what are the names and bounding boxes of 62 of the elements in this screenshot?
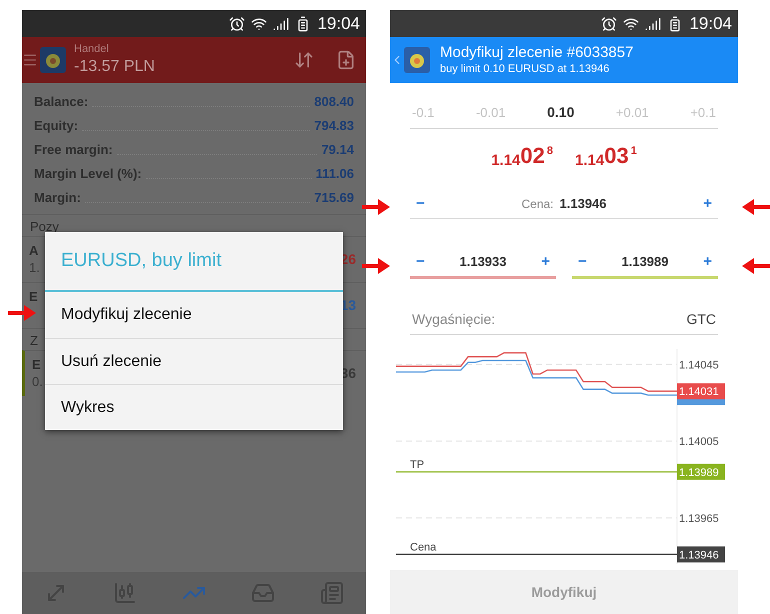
order-symbol: E: [29, 289, 38, 306]
account-value: 79.14: [321, 141, 354, 160]
level-label: TP: [410, 458, 424, 470]
wifi-icon: [623, 16, 640, 32]
signal-icon: [273, 16, 290, 32]
field-value: GTC: [686, 310, 716, 328]
new-order-icon[interactable]: [336, 50, 356, 70]
alarm-icon: [229, 16, 246, 32]
field-label: Wygaśnięcie:: [412, 310, 496, 329]
account-label: Free margin:: [34, 141, 113, 160]
order-symbol: E: [32, 357, 42, 374]
account-label: Margin Level (%):: [34, 165, 142, 184]
field-value: 1.13933: [460, 253, 506, 272]
account-label: Balance:: [34, 93, 88, 112]
price-tag: 1.13989: [677, 463, 725, 480]
level-label: Cena: [410, 540, 436, 553]
plus-button[interactable]: +: [541, 250, 550, 274]
header-title: Modyfikuj zlecenie #6033857: [440, 44, 634, 62]
wifi-icon: [251, 16, 268, 32]
price-tag: 1.13946: [677, 546, 725, 562]
account-value: 794.83: [314, 117, 354, 136]
plus-button[interactable]: +: [703, 250, 712, 274]
account-label: Margin:: [34, 189, 81, 208]
candlestick-icon[interactable]: [113, 581, 138, 605]
volume-step[interactable]: 0.10: [547, 102, 574, 123]
inbox-icon[interactable]: [250, 581, 275, 605]
price-tag: 1.14031: [677, 382, 725, 399]
app-logo-icon: [40, 47, 66, 73]
clock-time: 19:04: [317, 12, 360, 35]
app-logo-icon: [404, 47, 430, 73]
minus-button[interactable]: −: [416, 250, 425, 274]
account-value: 808.40: [314, 93, 354, 112]
account-value: 715.69: [314, 189, 354, 208]
header-profit: -13.57 PLN: [74, 56, 156, 77]
axis-tick-label: 1.13965: [679, 512, 719, 524]
dialog-menu-item[interactable]: Modyfikuj zlecenie: [45, 292, 343, 338]
minus-button[interactable]: −: [416, 192, 425, 216]
axis-tick-label: 1.14005: [679, 436, 719, 448]
alarm-icon: [601, 16, 618, 32]
menu-icon[interactable]: [22, 52, 38, 68]
newspaper-icon[interactable]: [320, 581, 344, 605]
dialog-title: EURUSD, buy limit: [61, 248, 222, 273]
dialog-menu-item[interactable]: Wykres: [45, 384, 343, 430]
expiration-select[interactable]: Wygaśnięcie: GTC: [410, 304, 718, 334]
signal-icon: [645, 16, 662, 32]
dialog-menu-item[interactable]: Usuń zlecenie: [45, 338, 343, 384]
field-label: Cena:: [521, 196, 554, 213]
order-symbol: A: [29, 243, 40, 260]
plus-button[interactable]: +: [703, 192, 712, 216]
sort-icon[interactable]: [294, 50, 314, 70]
field-value: 1.13989: [622, 253, 668, 272]
section-header: Z: [30, 332, 38, 350]
field-value: 1.13946: [560, 195, 607, 214]
account-value: 111.06: [316, 165, 354, 184]
price-stepper[interactable]: − Cena: 1.13946 +: [410, 190, 718, 218]
minus-button[interactable]: −: [578, 250, 587, 274]
axis-tick-label: 1.14045: [679, 358, 719, 371]
header-title: Handel: [74, 43, 110, 57]
header-subtitle: buy limit 0.10 EURUSD at 1.13946: [440, 62, 610, 76]
section-header: Pozy: [30, 218, 59, 236]
account-label: Equity:: [34, 117, 78, 136]
clock-time: 19:04: [689, 12, 732, 35]
